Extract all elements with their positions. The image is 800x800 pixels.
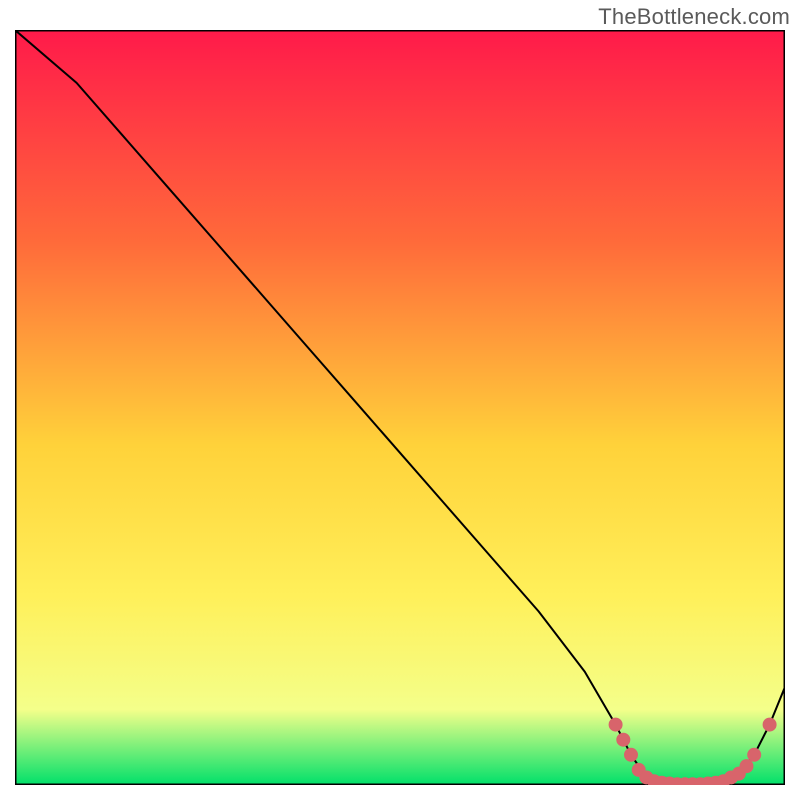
marker-dot	[609, 718, 622, 731]
chart-svg	[15, 30, 785, 785]
chart-frame: TheBottleneck.com	[0, 0, 800, 800]
marker-dot	[740, 760, 753, 773]
marker-dot	[763, 718, 776, 731]
plot-area	[15, 30, 785, 785]
marker-dot	[625, 748, 638, 761]
marker-dot	[748, 748, 761, 761]
watermark-text: TheBottleneck.com	[598, 4, 790, 30]
marker-dot	[617, 733, 630, 746]
